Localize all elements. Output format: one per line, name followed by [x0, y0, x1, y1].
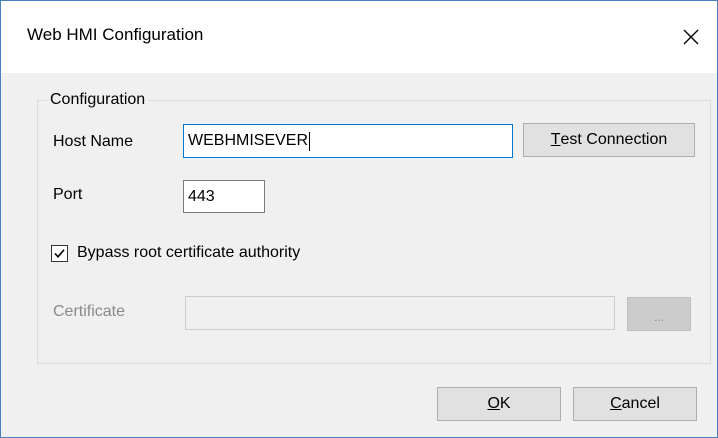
close-button[interactable]	[665, 1, 717, 73]
certificate-input[interactable]	[185, 296, 615, 330]
configuration-group-legend: Configuration	[47, 90, 149, 110]
port-input[interactable]: 443	[183, 180, 265, 213]
checkmark-icon	[54, 249, 65, 259]
ok-mnemonic: O	[487, 395, 500, 412]
test-connection-button[interactable]: Test Connection	[523, 123, 695, 157]
certificate-label: Certificate	[53, 303, 126, 320]
web-hmi-configuration-dialog: Web HMI Configuration Configuration Host…	[0, 0, 718, 438]
test-connection-label: est Connection	[560, 131, 668, 148]
cancel-label: ancel	[621, 395, 660, 412]
bypass-root-ca-checkbox[interactable]	[51, 245, 68, 262]
text-caret	[309, 131, 311, 151]
certificate-browse-label: ...	[653, 310, 664, 324]
port-label: Port	[53, 186, 83, 203]
cancel-button[interactable]: Cancel	[573, 387, 697, 421]
bypass-root-ca-label[interactable]: Bypass root certificate authority	[77, 243, 300, 263]
certificate-browse-button[interactable]: ...	[627, 297, 691, 331]
window-title: Web HMI Configuration	[27, 25, 204, 44]
test-connection-mnemonic: T	[550, 131, 561, 148]
cancel-mnemonic: C	[610, 395, 622, 412]
host-name-value: WEBHMISEVER	[188, 132, 309, 149]
ok-label: K	[499, 395, 511, 412]
host-name-input[interactable]: WEBHMISEVER	[183, 124, 513, 158]
host-name-label: Host Name	[53, 133, 134, 150]
title-bar: Web HMI Configuration	[1, 1, 717, 73]
port-value: 443	[188, 187, 215, 205]
close-icon	[683, 29, 699, 45]
ok-button[interactable]: OK	[437, 387, 561, 421]
